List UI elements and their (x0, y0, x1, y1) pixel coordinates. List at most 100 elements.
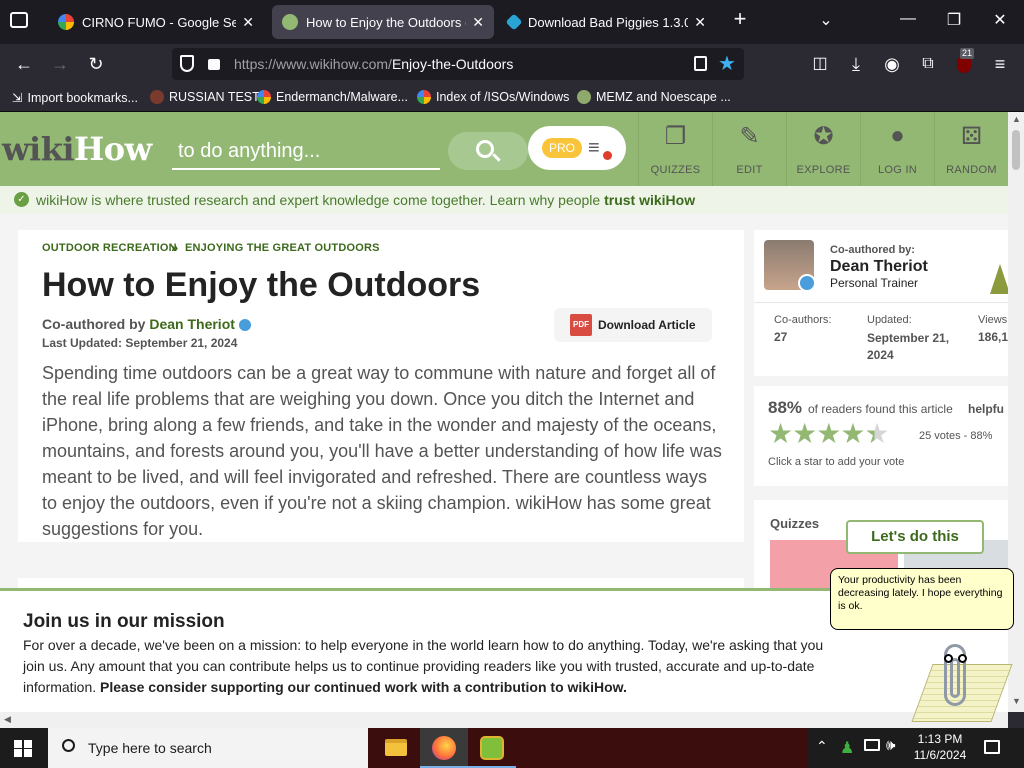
forward-icon[interactable]: → (48, 52, 72, 76)
tab-title: How to Enjoy the Outdoors (wi (306, 14, 467, 30)
star-icon[interactable]: ★ (864, 420, 889, 448)
notifications-icon[interactable] (984, 740, 1000, 754)
search-icon-handle (492, 153, 501, 162)
bookmark-favicon-icon (577, 90, 591, 104)
star-rating[interactable]: ★★★★★ (768, 420, 908, 450)
bookmark-isos[interactable]: Index of /ISOs/Windows (417, 90, 569, 104)
taskbar-clock[interactable]: 1:13 PM 11/6/2024 (910, 731, 970, 763)
bad-piggies-icon[interactable] (468, 728, 516, 768)
app-menu-icon[interactable]: ≡ (988, 52, 1012, 76)
downloads-icon[interactable]: ⤓ (844, 52, 868, 76)
taskbar-search-input[interactable]: Type here to search (48, 728, 368, 768)
bookmark-import[interactable]: ⇲ Import bookmarks... (12, 90, 138, 106)
wikihow-logo[interactable]: wikiHow (2, 130, 152, 168)
tracking-shield-icon[interactable] (180, 55, 194, 72)
modal-body: For over a decade, we've been on a missi… (23, 637, 824, 695)
ublock-extension-icon[interactable]: 21 (952, 48, 976, 76)
wikihow-header: wikiHow to do anything... PRO ≡ ❐ QUIZZES… (0, 112, 1008, 186)
nav-login[interactable]: ● LOG IN (860, 112, 934, 186)
extensions-icon[interactable]: ⧉ (916, 52, 940, 76)
star-icon[interactable]: ★ (792, 420, 817, 448)
google-icon (58, 14, 74, 30)
search-icon (62, 739, 75, 752)
close-tab-icon[interactable]: ✕ (694, 14, 706, 31)
breadcrumb-outdoor-recreation[interactable]: OUTDOOR RECREATION (42, 242, 177, 254)
coauthors-value: 27 (774, 330, 788, 344)
back-icon[interactable]: ← (12, 52, 36, 76)
minimize-icon[interactable]: — (896, 10, 920, 28)
lock-icon[interactable] (208, 59, 220, 70)
windows-start-icon[interactable] (14, 740, 32, 757)
paperclip-inner-icon (950, 658, 960, 698)
nav-quizzes[interactable]: ❐ QUIZZES (638, 112, 712, 186)
scroll-down-icon[interactable]: ▼ (1012, 696, 1021, 706)
user-icon: ● (890, 122, 905, 149)
pro-badge: PRO (542, 138, 582, 158)
google-icon (417, 90, 431, 104)
quizzes-heading: Quizzes (770, 516, 820, 531)
bookmark-label: Endermanch/Malware... (276, 90, 409, 104)
scroll-up-icon[interactable]: ▲ (1012, 114, 1021, 124)
author-link[interactable]: Dean Theriot (149, 316, 235, 332)
star-icon[interactable]: ★ (768, 420, 793, 448)
last-updated: Last Updated: September 21, 2024 (42, 336, 238, 350)
search-button[interactable] (448, 132, 528, 170)
nav-explore[interactable]: ✪ EXPLORE (786, 112, 860, 186)
bookmark-russian-test[interactable]: RUSSIAN TEST (150, 90, 260, 104)
close-window-icon[interactable]: ✕ (988, 10, 1012, 30)
new-tab-icon[interactable]: + (728, 6, 752, 32)
clippy-text: Your productivity has been decreasing la… (838, 574, 1003, 612)
clippy-assistant[interactable] (911, 640, 1013, 728)
nav-random[interactable]: ⚄ RANDOM (934, 112, 1008, 186)
close-tab-icon[interactable]: ✕ (472, 14, 484, 31)
bookmark-endermanch[interactable]: Endermanch/Malware... (257, 90, 408, 104)
trust-link[interactable]: trust wikiHow (604, 192, 695, 208)
tab-wikihow[interactable]: How to Enjoy the Outdoors (wi ✕ (272, 5, 494, 39)
tab-title: CIRNO FUMO - Google Search (82, 14, 237, 30)
trust-text: wikiHow is where trusted research and ex… (36, 192, 696, 208)
reader-view-icon[interactable] (694, 56, 707, 71)
list-all-tabs-icon[interactable]: ⌄ (814, 10, 838, 30)
bookmark-favicon-icon (150, 90, 164, 104)
star-icon[interactable]: ★ (816, 420, 841, 448)
show-hidden-icons-icon[interactable]: ⌃ (816, 738, 828, 755)
scroll-left-icon[interactable]: ◀ (4, 714, 11, 725)
file-explorer-icon[interactable] (372, 728, 420, 768)
search-input[interactable]: to do anything... (172, 134, 440, 170)
account-icon[interactable]: ◉ (880, 52, 904, 76)
taskbar-search-placeholder: Type here to search (88, 740, 212, 756)
bookmark-label: RUSSIAN TEST (169, 90, 260, 104)
scroll-thumb[interactable] (1012, 130, 1020, 170)
rating-card: 88% of readers found this article helpfu… (754, 386, 1008, 486)
bookmark-memz[interactable]: MEMZ and Noescape ... (577, 90, 731, 104)
nav-edit[interactable]: ✎ EDIT (712, 112, 786, 186)
star-icon[interactable]: ★ (840, 420, 865, 448)
bookmark-label: MEMZ and Noescape ... (596, 90, 731, 104)
lets-do-this-button[interactable]: Let's do this (846, 520, 984, 554)
close-tab-icon[interactable]: ✕ (242, 14, 254, 31)
hamburger-icon[interactable]: ≡ (588, 138, 600, 158)
bookmark-star-icon[interactable]: ★ (718, 51, 736, 76)
pocket-icon[interactable]: ◫ (808, 52, 832, 76)
network-icon[interactable] (864, 739, 880, 751)
firefox-icon[interactable] (420, 728, 468, 768)
horizontal-scrollbar[interactable]: ◀ (0, 712, 1008, 728)
author-name[interactable]: Dean Theriot (830, 258, 928, 276)
menu-pill[interactable]: PRO ≡ (528, 126, 626, 170)
breadcrumb-enjoying-outdoors[interactable]: ENJOYING THE GREAT OUTDOORS (185, 242, 380, 254)
pencil-icon: ✎ (739, 123, 760, 150)
address-bar[interactable]: https://www.wikihow.com/Enjoy-the-Outdoo… (172, 48, 744, 80)
clippy-speech-bubble: Your productivity has been decreasing la… (830, 568, 1014, 630)
tab-google-search[interactable]: CIRNO FUMO - Google Search ✕ (48, 5, 264, 39)
download-article-button[interactable]: PDF Download Article (554, 308, 712, 342)
tray-app-icon[interactable]: ♟ (840, 738, 854, 758)
reload-icon[interactable]: ↻ (84, 52, 108, 76)
tab-bad-piggies[interactable]: Download Bad Piggies 1.3.0 for ✕ (498, 5, 716, 39)
check-icon: ✓ (14, 192, 29, 207)
quizzes-icon: ❐ (664, 123, 687, 150)
tab-overview-icon[interactable] (10, 12, 28, 28)
volume-icon[interactable]: 🕪 (886, 737, 895, 754)
coauthored-label: Co-authored by: (830, 244, 915, 256)
avatar[interactable] (764, 240, 814, 290)
maximize-icon[interactable]: ❐ (942, 10, 966, 30)
